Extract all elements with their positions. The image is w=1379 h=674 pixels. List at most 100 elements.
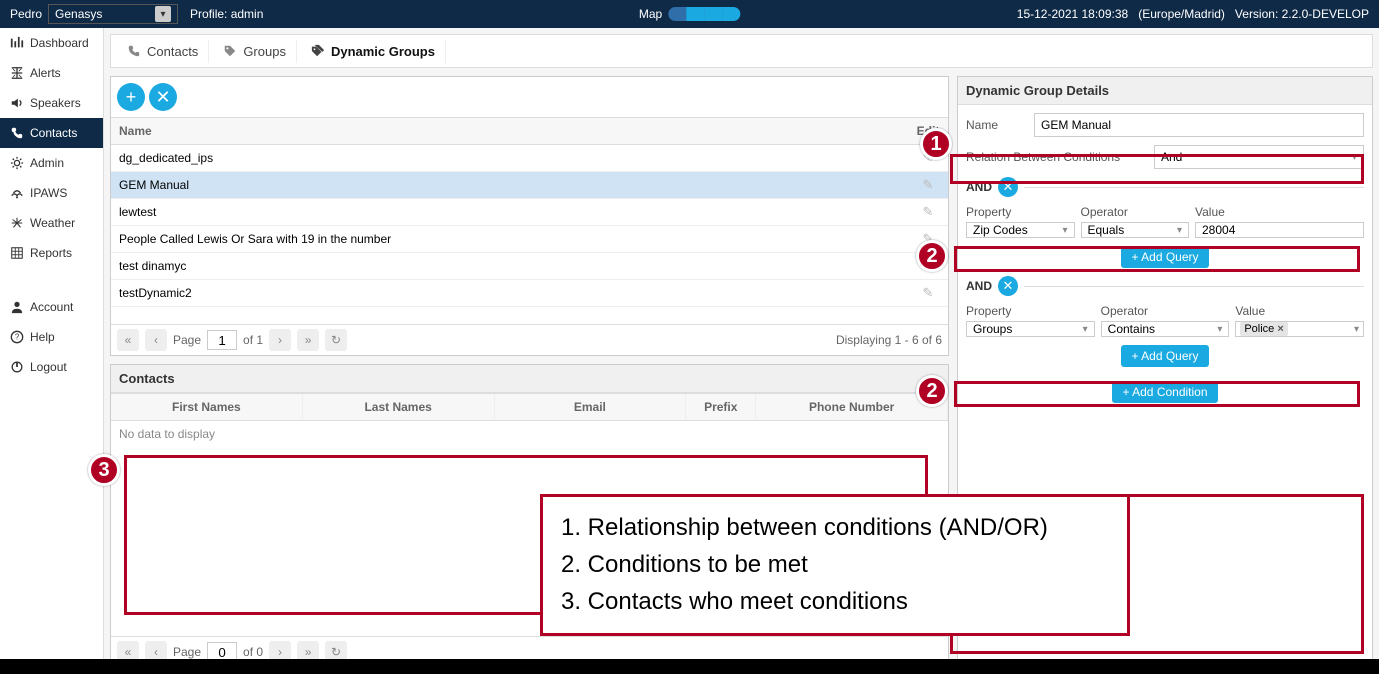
table-row[interactable]: GEM Manual✎ (111, 172, 948, 199)
tab-label: Dynamic Groups (331, 44, 435, 59)
sidebar-item-admin[interactable]: Admin (0, 148, 103, 178)
annotation-badge-2b: 2 (916, 375, 948, 407)
groups-pager: « ‹ Page of 1 › » ↻ Displaying 1 - 6 of … (111, 324, 948, 355)
groups-toolbar: + ✕ (111, 77, 948, 117)
sidebar-item-label: Alerts (30, 66, 61, 80)
operator-label: Operator (1081, 205, 1190, 219)
map-toggle[interactable]: Map (639, 7, 740, 21)
col-last-names: Last Names (303, 394, 495, 420)
page-first-button[interactable]: « (117, 329, 139, 351)
page-of: of 1 (243, 333, 263, 347)
sidebar-item-speakers[interactable]: Speakers (0, 88, 103, 118)
dashboard-icon (10, 36, 24, 50)
operator-select[interactable]: Equals ▾ (1081, 222, 1190, 238)
sidebar-item-label: IPAWS (30, 186, 67, 200)
sidebar: Dashboard Alerts Speakers Contacts Admin… (0, 28, 104, 674)
tab-contacts[interactable]: Contacts (117, 40, 209, 63)
tag-icon (223, 44, 237, 58)
sidebar-item-weather[interactable]: Weather (0, 208, 103, 238)
relation-label: Relation Between Conditions (966, 150, 1146, 164)
chevron-down-icon: ▾ (1177, 225, 1182, 236)
tag-text: Police (1244, 323, 1274, 335)
relation-select[interactable]: And ▾ (1154, 145, 1364, 169)
sidebar-item-account[interactable]: Account (0, 292, 103, 322)
sidebar-item-label: Weather (30, 216, 75, 230)
page-label: Page (173, 333, 201, 347)
tab-label: Groups (243, 44, 286, 59)
tags-icon (311, 44, 325, 58)
add-query-button[interactable]: + Add Query (1121, 345, 1208, 367)
sidebar-item-logout[interactable]: Logout (0, 352, 103, 382)
table-row[interactable]: dg_dedicated_ips✎ (111, 145, 948, 172)
groups-grid-body: dg_dedicated_ips✎ GEM Manual✎ lewtest✎ P… (111, 145, 948, 324)
annotation-badge-1: 1 (920, 128, 952, 160)
value-input[interactable] (1195, 222, 1364, 238)
table-row[interactable]: testDynamic2✎ (111, 280, 948, 307)
chevron-down-icon: ▾ (1062, 225, 1067, 236)
sidebar-item-contacts[interactable]: Contacts (0, 118, 103, 148)
edit-icon[interactable]: ✎ (923, 285, 934, 300)
remove-condition-button[interactable]: ✕ (998, 177, 1018, 197)
table-row[interactable]: test dinamyc✎ (111, 253, 948, 280)
page-refresh-button[interactable]: ↻ (325, 329, 347, 351)
col-prefix: Prefix (686, 394, 756, 420)
delete-group-button[interactable]: ✕ (149, 83, 177, 111)
sidebar-item-label: Dashboard (30, 36, 89, 50)
page-last-button[interactable]: » (297, 329, 319, 351)
relation-value: And (1161, 150, 1182, 164)
sidebar-item-label: Speakers (30, 96, 81, 110)
property-select[interactable]: Groups ▾ (966, 321, 1095, 337)
tab-dynamic-groups[interactable]: Dynamic Groups (301, 40, 446, 63)
profile-label: Profile: admin (190, 7, 263, 21)
sidebar-item-label: Account (30, 300, 73, 314)
value-label: Value (1195, 205, 1364, 219)
org-select[interactable]: Genasys ▾ (48, 4, 178, 24)
table-row[interactable]: lewtest✎ (111, 199, 948, 226)
operator-select[interactable]: Contains ▾ (1101, 321, 1230, 337)
legend-line-3: 3. Contacts who meet conditions (561, 583, 1109, 620)
add-condition-button[interactable]: + Add Condition (1112, 381, 1217, 403)
sidebar-item-reports[interactable]: Reports (0, 238, 103, 268)
operator-value: Equals (1088, 223, 1125, 237)
tab-groups[interactable]: Groups (213, 40, 297, 63)
sidebar-item-label: Logout (30, 360, 67, 374)
page-prev-button[interactable]: ‹ (145, 329, 167, 351)
datetime: 15-12-2021 18:09:38 (1017, 7, 1128, 21)
top-bar: Pedro Genasys ▾ Profile: admin Map 15-12… (0, 0, 1379, 28)
page-of: of 0 (243, 645, 263, 659)
row-name: test dinamyc (111, 254, 908, 278)
toggle-seg (668, 7, 686, 21)
property-value: Zip Codes (973, 223, 1028, 237)
add-group-button[interactable]: + (117, 83, 145, 111)
page-next-button[interactable]: › (269, 329, 291, 351)
sidebar-item-ipaws[interactable]: IPAWS (0, 178, 103, 208)
weather-icon (10, 216, 24, 230)
sidebar-item-dashboard[interactable]: Dashboard (0, 28, 103, 58)
table-row[interactable]: People Called Lewis Or Sara with 19 in t… (111, 226, 948, 253)
legend-line-2: 2. Conditions to be met (561, 546, 1109, 583)
tag-remove-icon[interactable]: × (1277, 323, 1283, 335)
toggle-seg (704, 7, 722, 21)
property-select[interactable]: Zip Codes ▾ (966, 222, 1075, 238)
value-tag: Police × (1240, 322, 1287, 336)
value-tag-input[interactable]: Police × ▾ (1235, 321, 1364, 337)
contacts-icon (10, 126, 24, 140)
add-query-button[interactable]: + Add Query (1121, 246, 1208, 268)
name-input[interactable] (1034, 113, 1364, 137)
property-label: Property (966, 205, 1075, 219)
remove-condition-button[interactable]: ✕ (998, 276, 1018, 296)
sidebar-item-label: Contacts (30, 126, 77, 140)
toggle-track (668, 7, 740, 21)
edit-icon[interactable]: ✎ (923, 204, 934, 219)
name-label: Name (966, 118, 1026, 132)
sidebar-item-help[interactable]: ? Help (0, 322, 103, 352)
current-user: Pedro (10, 7, 42, 21)
page-input[interactable] (207, 330, 237, 350)
edit-icon[interactable]: ✎ (923, 177, 934, 192)
help-icon: ? (10, 330, 24, 344)
ipaws-icon (10, 186, 24, 200)
chevron-down-icon: ▾ (1352, 152, 1357, 163)
admin-icon (10, 156, 24, 170)
sidebar-item-alerts[interactable]: Alerts (0, 58, 103, 88)
contacts-title: Contacts (111, 365, 948, 393)
